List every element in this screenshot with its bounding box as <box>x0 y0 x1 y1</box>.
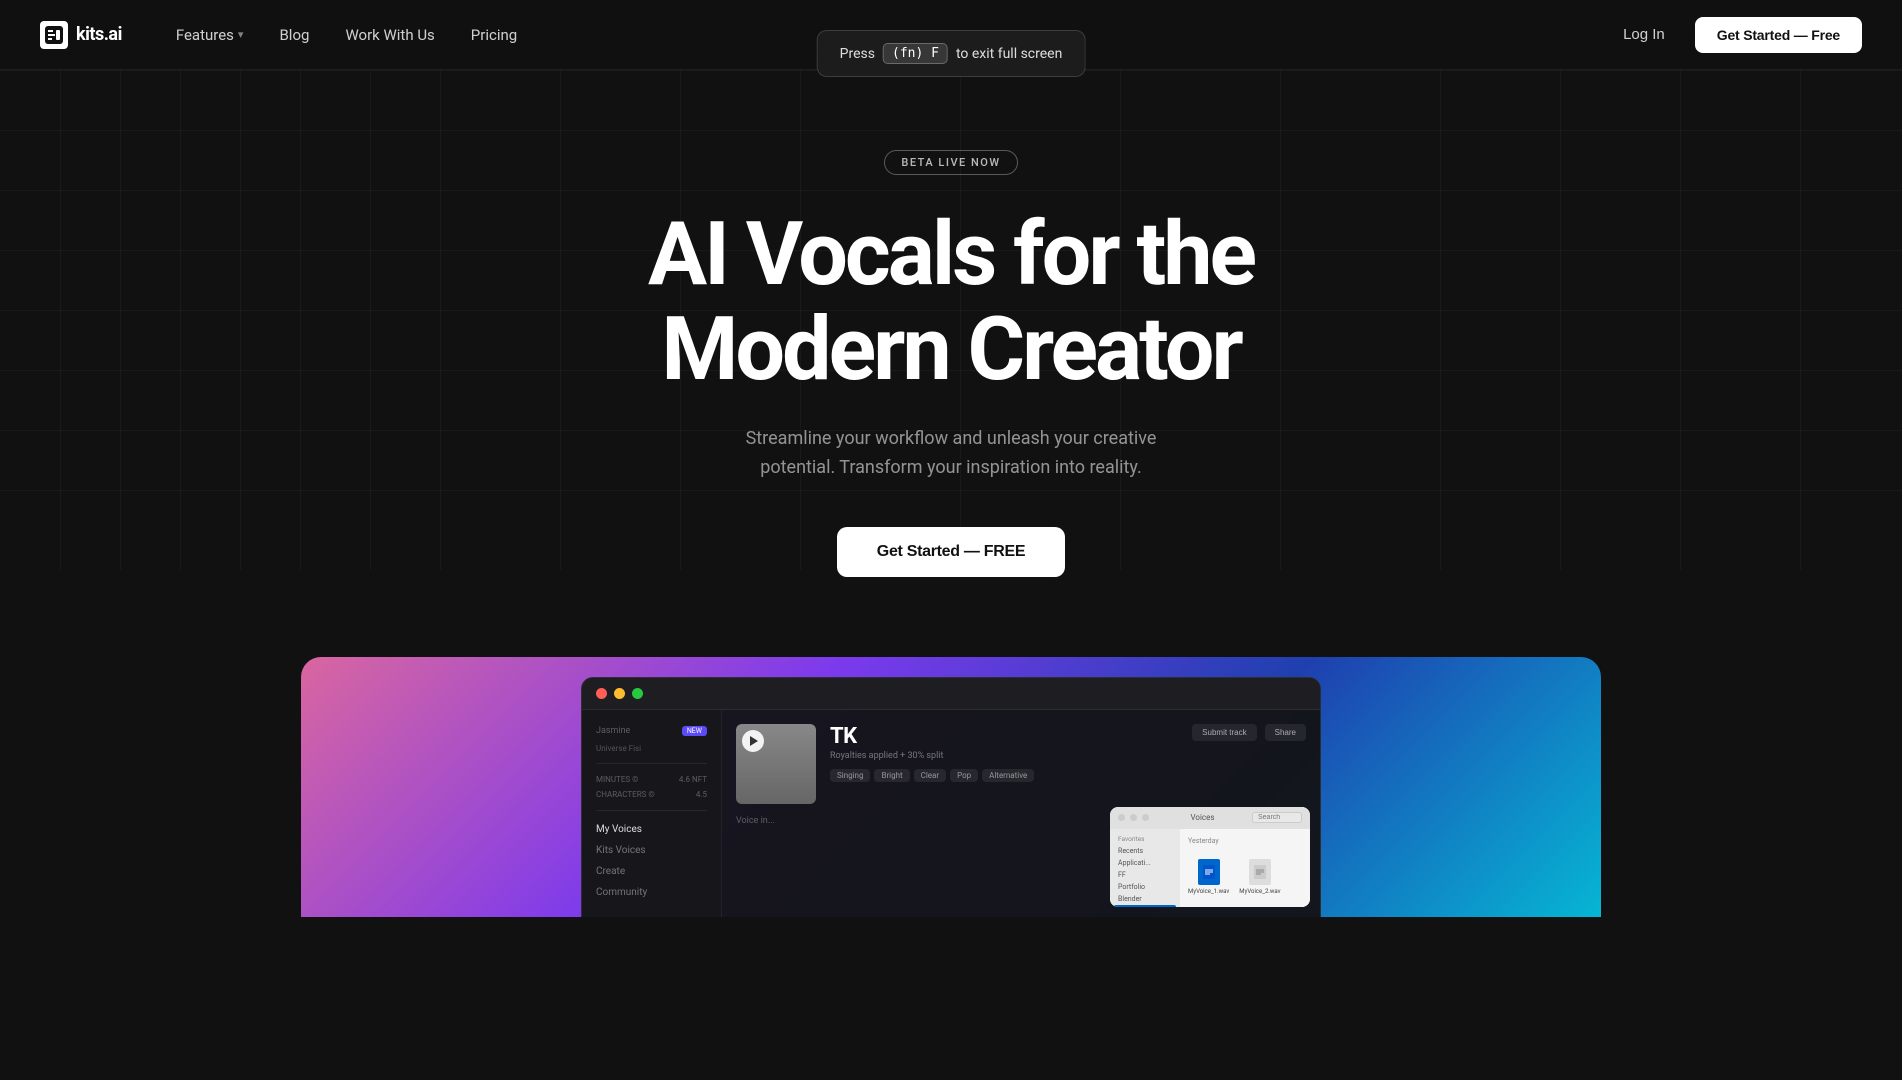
sidebar-item-my-voices[interactable]: My Voices <box>582 819 721 840</box>
fm-sidebar-applications[interactable]: Applicati... <box>1114 857 1176 869</box>
sidebar-item-kits-voices[interactable]: Kits Voices <box>582 840 721 861</box>
play-button[interactable] <box>742 730 764 752</box>
file-manager-search[interactable] <box>1252 812 1302 823</box>
sidebar-divider-2 <box>596 810 707 811</box>
get-started-hero-button[interactable]: Get Started — FREE <box>837 527 1065 577</box>
sidebar-characters-row: CHARACTERS ©4.5 <box>582 787 721 802</box>
nav-link-blog[interactable]: Blog <box>265 18 323 52</box>
tag-bright: Bright <box>874 769 909 782</box>
nav-links: Features ▾ Blog Work With Us Pricing <box>162 18 531 52</box>
window-maximize-button[interactable] <box>632 688 643 699</box>
fm-dot-1 <box>1118 814 1125 821</box>
hero-title: AI Vocals for the Modern Creator <box>501 207 1401 397</box>
nav-link-pricing[interactable]: Pricing <box>457 18 531 52</box>
fm-sidebar-blender[interactable]: Blender <box>1114 893 1176 905</box>
fm-sidebar-recents[interactable]: Recents <box>1114 845 1176 857</box>
track-tags: Singing Bright Clear Pop Alternative <box>830 769 1034 782</box>
fm-sidebar-150-dark[interactable]: 150-Dark... <box>1114 905 1176 907</box>
nav-left: kits.ai Features ▾ Blog Work With Us Pri… <box>40 18 531 52</box>
app-sidebar: Jasmine NEW Universe Fisi MINUTES ©4.6 N… <box>582 710 722 917</box>
sidebar-item-create[interactable]: Create <box>582 861 721 882</box>
tag-clear: Clear <box>914 769 946 782</box>
tag-alternative: Alternative <box>982 769 1034 782</box>
hero-subtitle: Streamline your workflow and unleash you… <box>711 425 1191 483</box>
beta-badge: BETA LIVE NOW <box>884 150 1017 175</box>
sidebar-voice-sub: Universe Fisi <box>582 742 721 755</box>
hero-content: BETA LIVE NOW AI Vocals for the Modern C… <box>501 70 1401 577</box>
window-close-button[interactable] <box>596 688 607 699</box>
tag-singing: Singing <box>830 769 870 782</box>
share-button[interactable]: Share <box>1265 724 1306 741</box>
track-meta: Royalties applied + 30% split <box>830 751 1034 761</box>
fm-file-1[interactable]: MyVoice_1.wav <box>1188 859 1229 895</box>
submit-track-button[interactable]: Submit track <box>1192 724 1256 741</box>
window-body: Jasmine NEW Universe Fisi MINUTES ©4.6 N… <box>582 710 1320 917</box>
fm-dot-3 <box>1142 814 1149 821</box>
logo-icon <box>40 21 68 49</box>
track-info: TK Royalties applied + 30% split Singing… <box>830 724 1306 782</box>
file-manager-header: Voices <box>1110 807 1310 829</box>
logo[interactable]: kits.ai <box>40 21 122 49</box>
track-name: TK <box>830 724 1034 749</box>
fullscreen-toast: Press (fn) F to exit full screen <box>817 30 1086 77</box>
fm-file-name-2: MyVoice_2.wav <box>1239 888 1280 895</box>
track-thumbnail <box>736 724 816 804</box>
app-preview-area: Jasmine NEW Universe Fisi MINUTES ©4.6 N… <box>0 637 1902 917</box>
nav-right: Log In Get Started — Free <box>1609 17 1862 53</box>
get-started-nav-button[interactable]: Get Started — Free <box>1695 17 1862 53</box>
fm-date-label: Yesterday <box>1188 837 1219 845</box>
sidebar-item-community[interactable]: Community <box>582 882 721 903</box>
nav-link-features[interactable]: Features ▾ <box>162 18 258 52</box>
file-manager-main: Yesterday <box>1180 829 1310 907</box>
app-main-content: TK Royalties applied + 30% split Singing… <box>722 710 1320 917</box>
sidebar-voice-label: Jasmine <box>596 726 630 736</box>
nav-link-work-with-us[interactable]: Work With Us <box>331 18 448 52</box>
fm-file-icon-2 <box>1249 859 1271 885</box>
file-manager-panel: Voices Favorites Recents Applicati... FF… <box>1110 807 1310 907</box>
keyboard-key-badge: (fn) F <box>883 43 948 64</box>
fm-file-name-1: MyVoice_1.wav <box>1188 888 1229 895</box>
app-window: Jasmine NEW Universe Fisi MINUTES ©4.6 N… <box>581 677 1321 917</box>
sidebar-divider <box>596 763 707 764</box>
fm-file-2[interactable]: MyVoice_2.wav <box>1239 859 1280 895</box>
sidebar-minutes-row: MINUTES ©4.6 NFT <box>582 772 721 787</box>
window-titlebar <box>582 678 1320 710</box>
fm-sidebar-favorites: Favorites <box>1114 833 1176 845</box>
logo-text: kits.ai <box>76 24 122 45</box>
fm-sidebar-ff[interactable]: FF <box>1114 869 1176 881</box>
fm-file-icon-1 <box>1198 859 1220 885</box>
fm-sidebar-portfolio[interactable]: Portfolio <box>1114 881 1176 893</box>
file-manager-files: MyVoice_1.wav <box>1188 859 1281 895</box>
sidebar-badge: NEW <box>682 726 707 736</box>
chevron-down-icon: ▾ <box>238 28 244 41</box>
tag-pop: Pop <box>950 769 978 782</box>
fm-dot-2 <box>1130 814 1137 821</box>
file-manager-sidebar: Favorites Recents Applicati... FF Portfo… <box>1110 829 1180 907</box>
play-icon <box>750 736 758 746</box>
hero-section: BETA LIVE NOW AI Vocals for the Modern C… <box>0 0 1902 1080</box>
file-manager-body: Favorites Recents Applicati... FF Portfo… <box>1110 829 1310 907</box>
login-button[interactable]: Log In <box>1609 18 1679 51</box>
window-minimize-button[interactable] <box>614 688 625 699</box>
file-manager-title: Voices <box>1158 813 1247 822</box>
